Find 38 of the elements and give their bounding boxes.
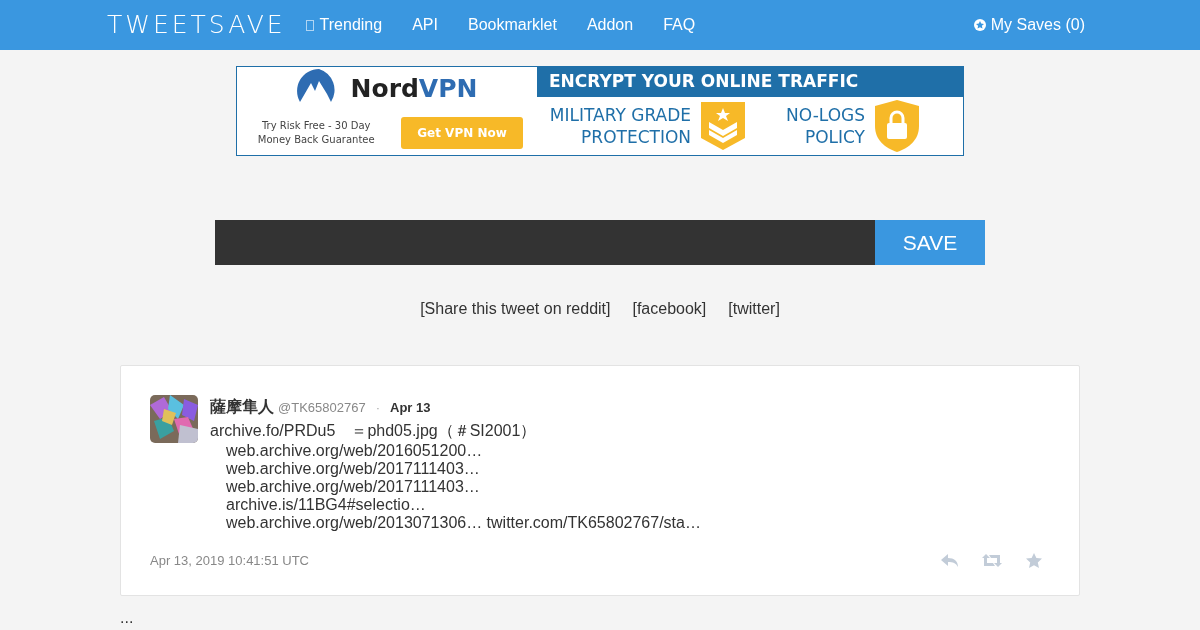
tweet-timestamp: Apr 13, 2019 10:41:51 UTC: [150, 552, 309, 570]
nav-link[interactable]: Addon: [586, 13, 634, 37]
share-link[interactable]: [Share this tweet on reddit]: [420, 297, 611, 321]
tweet-text-line: web.archive.org/web/2013071306… twitter.com/TK65802767/sta…: [225, 514, 701, 532]
ellipsis-text: ...: [120, 609, 134, 626]
url-input[interactable]: [215, 220, 875, 265]
ad-feature: NO-LOGS POLICY: [785, 104, 865, 148]
star-circle-icon: [973, 19, 986, 31]
my-saves-link[interactable]: My Saves (0): [973, 13, 1085, 37]
ad-tagline: Try Risk Free - 30 Day Money Back Guarantee: [256, 119, 376, 147]
tweet-date[interactable]: Apr 13: [390, 398, 431, 418]
separator: ·: [375, 399, 380, 417]
user-name[interactable]: 薩摩隼人: [210, 395, 274, 419]
tweet-text-line: archive.fo/PRDu5 ＝phd05.jpg（＃SI2001）: [210, 422, 538, 440]
padlock-shield-icon: [873, 99, 921, 153]
ad-headline: ENCRYPT YOUR ONLINE TRAFFIC: [537, 67, 963, 97]
share-link[interactable]: [facebook]: [632, 297, 707, 321]
chevron-badge-icon: [699, 100, 747, 152]
star-icon[interactable]: [1026, 553, 1042, 569]
user-handle[interactable]: @TK65802767: [278, 398, 366, 418]
logo[interactable]: TWEETSAVE: [107, 6, 286, 44]
save-button[interactable]: SAVE: [875, 220, 985, 265]
nav-link[interactable]: Bookmarklet: [467, 13, 557, 37]
tweet-text-line: web.archive.org/web/2016051200…: [225, 442, 484, 460]
get-vpn-button[interactable]: Get VPN Now: [401, 117, 523, 149]
tweet-text-line: web.archive.org/web/2017111403…: [225, 478, 481, 496]
retweet-icon[interactable]: [982, 554, 1002, 568]
brand-name: NordVPN: [350, 73, 478, 106]
tweet-text-line: archive.is/11BG4#selectio…: [225, 496, 427, 514]
ad-banner[interactable]: NordVPN Try Risk Free - 30 Day Money Back Guarantee Get VPN Now ENCRYPT YOUR ONLINE TRAFFIC MILITARY GRADE PROTECTION NO-LOGS POLICY: [236, 66, 964, 156]
missing-glyph-icon: [305, 19, 314, 31]
nav-link[interactable]: Trending: [305, 13, 383, 37]
ad-feature: MILITARY GRADE PROTECTION: [548, 104, 691, 148]
reply-icon[interactable]: [941, 554, 958, 568]
share-link[interactable]: [twitter]: [728, 297, 780, 321]
nav-link[interactable]: FAQ: [663, 13, 696, 37]
tweet-text-line: web.archive.org/web/2017111403…: [225, 460, 481, 478]
nav-link[interactable]: API: [412, 13, 438, 37]
